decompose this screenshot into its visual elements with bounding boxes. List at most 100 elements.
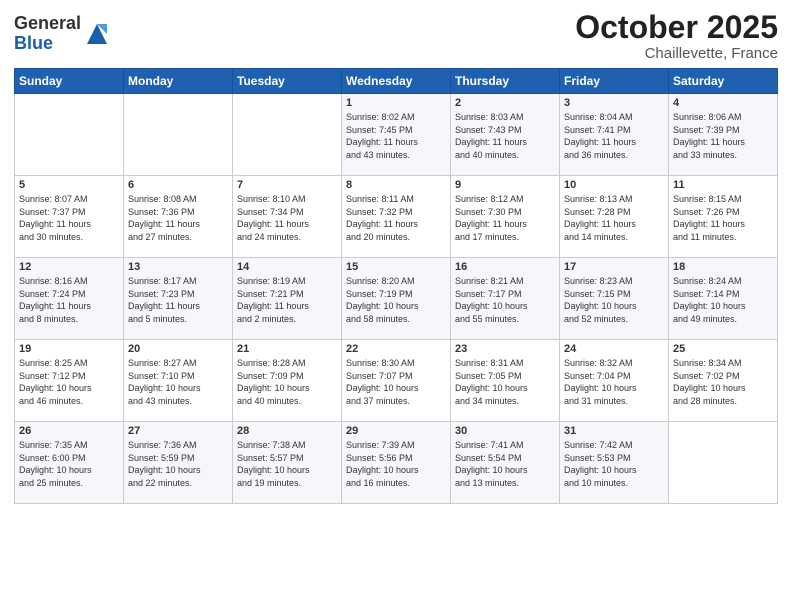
- day-cell: 31 Sunrise: 7:42 AM Sunset: 5:53 PM Dayli…: [560, 422, 669, 504]
- weekday-header-sunday: Sunday: [15, 69, 124, 94]
- day-cell: 28 Sunrise: 7:38 AM Sunset: 5:57 PM Dayli…: [233, 422, 342, 504]
- day-number: 10: [564, 179, 664, 191]
- day-number: 31: [564, 425, 664, 437]
- week-row-4: 19 Sunrise: 8:25 AM Sunset: 7:12 PM Dayli…: [15, 340, 778, 422]
- weekday-header-tuesday: Tuesday: [233, 69, 342, 94]
- calendar-title: October 2025: [575, 10, 778, 45]
- day-cell: 27 Sunrise: 7:36 AM Sunset: 5:59 PM Dayli…: [124, 422, 233, 504]
- day-cell: 23 Sunrise: 8:31 AM Sunset: 7:05 PM Dayli…: [451, 340, 560, 422]
- day-info: Sunrise: 7:39 AM Sunset: 5:56 PM Dayligh…: [346, 439, 446, 489]
- week-row-3: 12 Sunrise: 8:16 AM Sunset: 7:24 PM Dayli…: [15, 258, 778, 340]
- day-cell: 29 Sunrise: 7:39 AM Sunset: 5:56 PM Dayli…: [342, 422, 451, 504]
- day-cell: 5Sunrise: 8:07 AM Sunset: 7:37 PM Daylig…: [15, 176, 124, 258]
- day-info: Sunrise: 8:03 AM Sunset: 7:43 PM Dayligh…: [455, 111, 555, 161]
- day-info: Sunrise: 8:08 AM Sunset: 7:36 PM Dayligh…: [128, 193, 228, 243]
- day-info: Sunrise: 7:41 AM Sunset: 5:54 PM Dayligh…: [455, 439, 555, 489]
- logo-blue-text: Blue: [14, 34, 81, 54]
- day-info: Sunrise: 7:38 AM Sunset: 5:57 PM Dayligh…: [237, 439, 337, 489]
- day-info: Sunrise: 7:36 AM Sunset: 5:59 PM Dayligh…: [128, 439, 228, 489]
- day-cell: 16Sunrise: 8:21 AM Sunset: 7:17 PM Dayli…: [451, 258, 560, 340]
- day-number: 11: [673, 179, 773, 191]
- day-info: Sunrise: 8:21 AM Sunset: 7:17 PM Dayligh…: [455, 275, 555, 325]
- weekday-header-monday: Monday: [124, 69, 233, 94]
- weekday-header-friday: Friday: [560, 69, 669, 94]
- day-number: 23: [455, 343, 555, 355]
- calendar-table: SundayMondayTuesdayWednesdayThursdayFrid…: [14, 68, 778, 504]
- day-cell: 25 Sunrise: 8:34 AM Sunset: 7:02 PM Dayli…: [669, 340, 778, 422]
- day-info: Sunrise: 8:02 AM Sunset: 7:45 PM Dayligh…: [346, 111, 446, 161]
- header: General Blue October 2025 Chaillevette, …: [14, 10, 778, 62]
- day-number: 7: [237, 179, 337, 191]
- day-cell: 21Sunrise: 8:28 AM Sunset: 7:09 PM Dayli…: [233, 340, 342, 422]
- day-info: Sunrise: 8:13 AM Sunset: 7:28 PM Dayligh…: [564, 193, 664, 243]
- week-row-2: 5Sunrise: 8:07 AM Sunset: 7:37 PM Daylig…: [15, 176, 778, 258]
- day-info: Sunrise: 8:25 AM Sunset: 7:12 PM Dayligh…: [19, 357, 119, 407]
- day-number: 12: [19, 261, 119, 273]
- day-number: 4: [673, 97, 773, 109]
- calendar-page: General Blue October 2025 Chaillevette, …: [0, 0, 792, 612]
- day-number: 20: [128, 343, 228, 355]
- day-cell: 2 Sunrise: 8:03 AM Sunset: 7:43 PM Daylig…: [451, 94, 560, 176]
- day-cell: [124, 94, 233, 176]
- day-number: 27: [128, 425, 228, 437]
- day-number: 13: [128, 261, 228, 273]
- day-info: Sunrise: 8:10 AM Sunset: 7:34 PM Dayligh…: [237, 193, 337, 243]
- day-number: 29: [346, 425, 446, 437]
- day-cell: [233, 94, 342, 176]
- logo-general-text: General: [14, 14, 81, 34]
- day-info: Sunrise: 8:23 AM Sunset: 7:15 PM Dayligh…: [564, 275, 664, 325]
- day-info: Sunrise: 8:06 AM Sunset: 7:39 PM Dayligh…: [673, 111, 773, 161]
- day-cell: 22Sunrise: 8:30 AM Sunset: 7:07 PM Dayli…: [342, 340, 451, 422]
- day-info: Sunrise: 8:19 AM Sunset: 7:21 PM Dayligh…: [237, 275, 337, 325]
- day-info: Sunrise: 8:30 AM Sunset: 7:07 PM Dayligh…: [346, 357, 446, 407]
- day-cell: 12 Sunrise: 8:16 AM Sunset: 7:24 PM Dayli…: [15, 258, 124, 340]
- calendar-subtitle: Chaillevette, France: [575, 45, 778, 62]
- day-number: 5: [19, 179, 119, 191]
- day-cell: 8Sunrise: 8:11 AM Sunset: 7:32 PM Daylig…: [342, 176, 451, 258]
- day-cell: 13 Sunrise: 8:17 AM Sunset: 7:23 PM Dayli…: [124, 258, 233, 340]
- day-number: 6: [128, 179, 228, 191]
- day-cell: [669, 422, 778, 504]
- day-info: Sunrise: 8:15 AM Sunset: 7:26 PM Dayligh…: [673, 193, 773, 243]
- day-info: Sunrise: 8:34 AM Sunset: 7:02 PM Dayligh…: [673, 357, 773, 407]
- day-cell: 17Sunrise: 8:23 AM Sunset: 7:15 PM Dayli…: [560, 258, 669, 340]
- day-number: 9: [455, 179, 555, 191]
- day-number: 18: [673, 261, 773, 273]
- day-cell: 6 Sunrise: 8:08 AM Sunset: 7:36 PM Daylig…: [124, 176, 233, 258]
- day-cell: 20 Sunrise: 8:27 AM Sunset: 7:10 PM Dayli…: [124, 340, 233, 422]
- day-cell: 30 Sunrise: 7:41 AM Sunset: 5:54 PM Dayli…: [451, 422, 560, 504]
- week-row-1: 1 Sunrise: 8:02 AM Sunset: 7:45 PM Daylig…: [15, 94, 778, 176]
- day-info: Sunrise: 8:31 AM Sunset: 7:05 PM Dayligh…: [455, 357, 555, 407]
- day-info: Sunrise: 8:16 AM Sunset: 7:24 PM Dayligh…: [19, 275, 119, 325]
- day-cell: 3Sunrise: 8:04 AM Sunset: 7:41 PM Daylig…: [560, 94, 669, 176]
- weekday-header-row: SundayMondayTuesdayWednesdayThursdayFrid…: [15, 69, 778, 94]
- day-number: 15: [346, 261, 446, 273]
- day-number: 19: [19, 343, 119, 355]
- day-number: 1: [346, 97, 446, 109]
- day-cell: 19 Sunrise: 8:25 AM Sunset: 7:12 PM Dayli…: [15, 340, 124, 422]
- day-info: Sunrise: 8:17 AM Sunset: 7:23 PM Dayligh…: [128, 275, 228, 325]
- day-number: 28: [237, 425, 337, 437]
- day-info: Sunrise: 7:42 AM Sunset: 5:53 PM Dayligh…: [564, 439, 664, 489]
- day-number: 8: [346, 179, 446, 191]
- weekday-header-thursday: Thursday: [451, 69, 560, 94]
- day-number: 30: [455, 425, 555, 437]
- day-info: Sunrise: 8:20 AM Sunset: 7:19 PM Dayligh…: [346, 275, 446, 325]
- week-row-5: 26Sunrise: 7:35 AM Sunset: 6:00 PM Dayli…: [15, 422, 778, 504]
- day-cell: 7 Sunrise: 8:10 AM Sunset: 7:34 PM Daylig…: [233, 176, 342, 258]
- day-info: Sunrise: 7:35 AM Sunset: 6:00 PM Dayligh…: [19, 439, 119, 489]
- day-cell: 18Sunrise: 8:24 AM Sunset: 7:14 PM Dayli…: [669, 258, 778, 340]
- day-number: 14: [237, 261, 337, 273]
- day-cell: 9 Sunrise: 8:12 AM Sunset: 7:30 PM Daylig…: [451, 176, 560, 258]
- day-number: 2: [455, 97, 555, 109]
- day-cell: 15 Sunrise: 8:20 AM Sunset: 7:19 PM Dayli…: [342, 258, 451, 340]
- day-number: 24: [564, 343, 664, 355]
- day-info: Sunrise: 8:27 AM Sunset: 7:10 PM Dayligh…: [128, 357, 228, 407]
- day-number: 25: [673, 343, 773, 355]
- day-cell: 10 Sunrise: 8:13 AM Sunset: 7:28 PM Dayli…: [560, 176, 669, 258]
- day-cell: 14 Sunrise: 8:19 AM Sunset: 7:21 PM Dayli…: [233, 258, 342, 340]
- day-cell: 11 Sunrise: 8:15 AM Sunset: 7:26 PM Dayli…: [669, 176, 778, 258]
- title-block: October 2025 Chaillevette, France: [575, 10, 778, 62]
- day-cell: 24Sunrise: 8:32 AM Sunset: 7:04 PM Dayli…: [560, 340, 669, 422]
- day-info: Sunrise: 8:12 AM Sunset: 7:30 PM Dayligh…: [455, 193, 555, 243]
